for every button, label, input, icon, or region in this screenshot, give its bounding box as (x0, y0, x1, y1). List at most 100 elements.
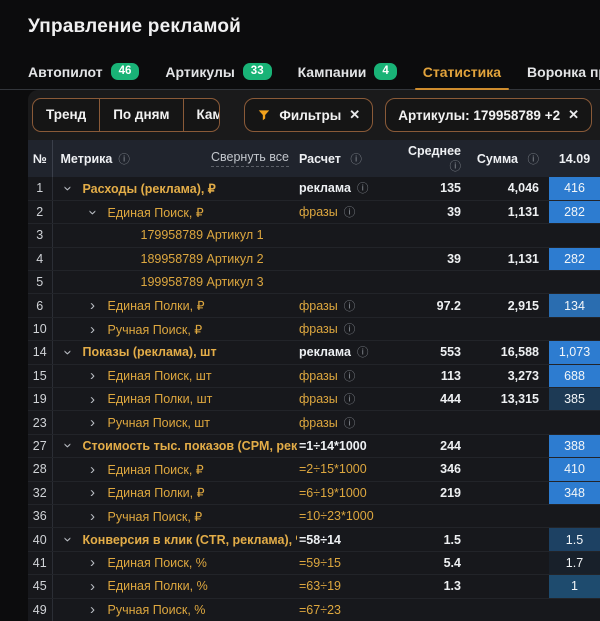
chevron-right-icon[interactable]: › (86, 509, 100, 524)
chevron-down-icon[interactable]: › (85, 205, 100, 219)
metric-label[interactable]: 199958789 Артикул 3 (141, 275, 264, 289)
calc-cell (297, 247, 397, 270)
chevron-right-icon[interactable]: › (86, 368, 100, 383)
articles-filter-chip[interactable]: Артикулы: 179958789 +2 ✕ (385, 98, 592, 132)
metric-wrap: › Единая Полки, шт (53, 392, 298, 407)
stats-table: № Метрика ⓘ Свернуть все Расчет ⓘ Сре (28, 140, 600, 621)
info-icon[interactable]: ⓘ (344, 324, 356, 336)
info-icon[interactable]: ⓘ (344, 207, 356, 219)
tab-funnel[interactable]: Воронка продаж (527, 54, 600, 89)
filters-label: Фильтры (279, 108, 341, 123)
info-icon[interactable]: ⓘ (528, 154, 540, 166)
metric-label[interactable]: Ручная Поиск, ₽ (108, 322, 203, 337)
metric-cell: › Единая Полки, ₽ (52, 294, 297, 317)
metric-label[interactable]: Единая Полки, % (108, 579, 208, 593)
chevron-right-icon[interactable]: › (86, 392, 100, 407)
col-header-average: Среднее ⓘ (397, 140, 467, 177)
tab-label: Воронка продаж (527, 64, 600, 80)
row-number: 23 (28, 411, 52, 434)
tab-stats[interactable]: Статистика (423, 54, 501, 89)
metric-label[interactable]: Единая Поиск, шт (108, 369, 212, 383)
metric-label[interactable]: Единая Поиск, % (108, 556, 207, 570)
metric-label[interactable]: Расходы (реклама), ₽ (83, 181, 216, 196)
page-title: Управление рекламой (0, 0, 600, 54)
metric-label[interactable]: Единая Поиск, ₽ (108, 462, 204, 477)
info-icon[interactable]: ⓘ (344, 394, 356, 406)
row-number: 45 (28, 575, 52, 598)
chevron-right-icon[interactable]: › (86, 462, 100, 477)
chevron-right-icon[interactable]: › (86, 415, 100, 430)
chevron-right-icon[interactable]: › (86, 485, 100, 500)
filters-button[interactable]: Фильтры ✕ (244, 98, 373, 132)
tab-articles[interactable]: Артикулы33 (165, 54, 271, 89)
calc-cell: =67÷23 (297, 598, 397, 621)
metric-label[interactable]: 189958789 Артикул 2 (141, 252, 264, 266)
row-number: 14 (28, 341, 52, 364)
close-icon[interactable]: ✕ (349, 107, 360, 123)
metric-label[interactable]: Конверсия в клик (CTR, реклама), % (83, 533, 298, 547)
view-mode-campaign[interactable]: Кампания (184, 99, 221, 132)
info-icon[interactable]: ⓘ (450, 161, 462, 173)
metric-label[interactable]: Единая Полки, ₽ (108, 298, 205, 313)
view-mode-trend[interactable]: Тренд (33, 99, 100, 132)
date-value-cell: 282 (549, 247, 600, 270)
info-icon[interactable]: ⓘ (344, 301, 356, 313)
tab-autopilot[interactable]: Автопилот46 (28, 54, 139, 89)
metric-wrap: › Конверсия в клик (CTR, реклама), % (53, 532, 298, 547)
metric-label[interactable]: Ручная Поиск, ₽ (108, 509, 203, 524)
table-row: 27›Стоимость тыс. показов (CPM, реклама)… (28, 434, 600, 457)
articles-filter-label: Артикулы: 179958789 +2 (398, 108, 560, 123)
date-value-cell: 388 (549, 434, 600, 457)
chevron-right-icon[interactable]: › (86, 555, 100, 570)
calc-label: реклама (299, 181, 351, 195)
chevron-down-icon[interactable]: › (60, 439, 75, 453)
chevron-right-icon[interactable]: › (86, 602, 100, 617)
info-icon[interactable]: ⓘ (344, 371, 356, 383)
metric-cell: › Расходы (реклама), ₽ (52, 177, 297, 200)
metric-label[interactable]: Единая Поиск, ₽ (108, 205, 204, 220)
row-number: 15 (28, 364, 52, 387)
close-icon[interactable]: ✕ (568, 107, 579, 123)
metric-label[interactable]: 179958789 Артикул 1 (141, 228, 264, 242)
sum-value (467, 434, 549, 457)
calc-label: =2÷15*1000 (299, 462, 367, 476)
calc-label: =63÷19 (299, 579, 341, 593)
view-mode-by-days[interactable]: По дням (100, 99, 183, 132)
sum-value (467, 598, 549, 621)
metric-wrap: › Ручная Поиск, шт (53, 415, 298, 430)
table-row: 1›Расходы (реклама), ₽рекламаⓘ1354,04641… (28, 177, 600, 200)
col-header-date: 14.09 (549, 140, 600, 177)
metric-label[interactable]: Ручная Поиск, шт (108, 416, 211, 430)
info-icon[interactable]: ⓘ (344, 418, 356, 430)
chevron-right-icon[interactable]: › (86, 579, 100, 594)
funnel-icon (257, 108, 271, 122)
chevron-down-icon[interactable]: › (60, 533, 75, 547)
chevron-right-icon[interactable]: › (86, 322, 100, 337)
calc-label: фразы (299, 322, 338, 336)
average-value (397, 224, 467, 247)
chevron-right-icon[interactable]: › (86, 298, 100, 313)
calc-cell: фразыⓘ (297, 388, 397, 411)
info-icon[interactable]: ⓘ (357, 347, 369, 359)
collapse-all-link[interactable]: Свернуть все (211, 150, 289, 167)
metric-cell: 199958789 Артикул 3 (52, 271, 297, 294)
chevron-down-icon[interactable]: › (60, 345, 75, 359)
sum-value: 3,273 (467, 364, 549, 387)
sum-value: 2,915 (467, 294, 549, 317)
info-icon[interactable]: ⓘ (350, 154, 362, 166)
info-icon[interactable]: ⓘ (118, 151, 130, 167)
calc-cell: рекламаⓘ (297, 341, 397, 364)
calc-label: фразы (299, 416, 338, 430)
metric-wrap: › Единая Поиск, ₽ (53, 462, 298, 477)
metric-label[interactable]: Ручная Поиск, % (108, 603, 206, 617)
chevron-down-icon[interactable]: › (60, 181, 75, 195)
metric-label[interactable]: Стоимость тыс. показов (CPM, реклама), ₽ (83, 438, 298, 453)
metric-label[interactable]: Единая Полки, шт (108, 392, 213, 406)
info-icon[interactable]: ⓘ (357, 183, 369, 195)
metric-label[interactable]: Показы (реклама), шт (83, 345, 217, 359)
calc-cell: =2÷15*1000 (297, 458, 397, 481)
sum-value (467, 271, 549, 294)
metric-label[interactable]: Единая Полки, ₽ (108, 485, 205, 500)
tab-campaigns[interactable]: Кампании4 (298, 54, 397, 89)
average-value: 444 (397, 388, 467, 411)
